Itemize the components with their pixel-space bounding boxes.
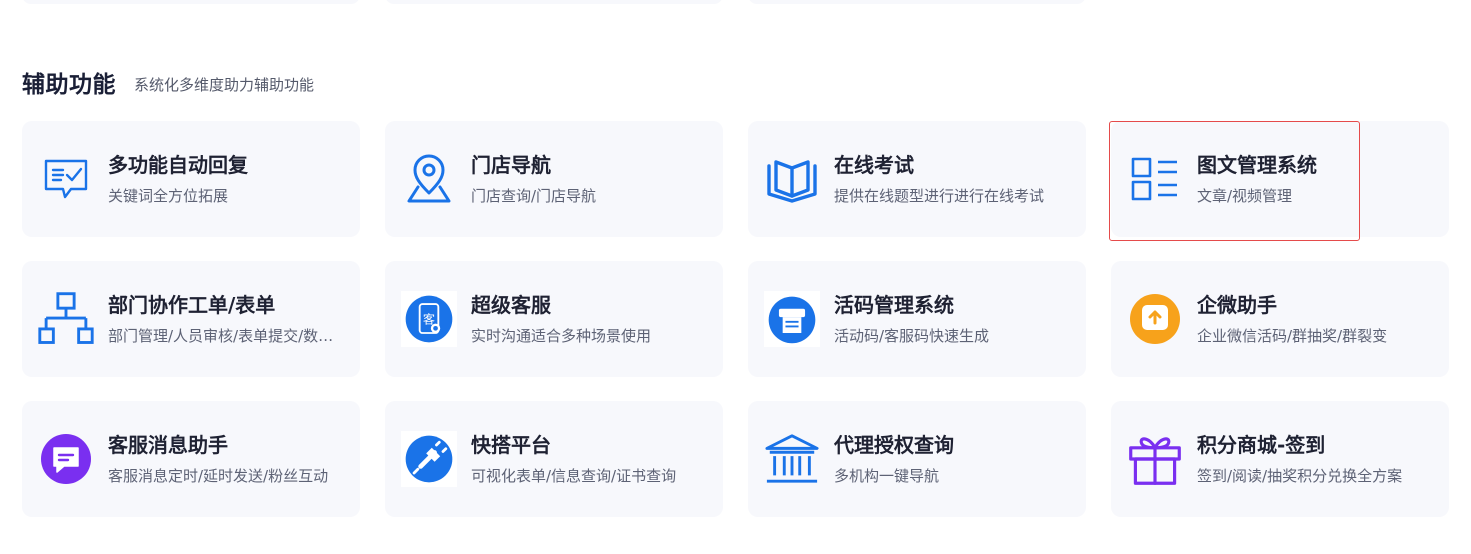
feature-card-live-code[interactable]: 活码管理系统 活动码/客服码快速生成: [748, 261, 1086, 377]
card-desc: 关键词全方位拓展: [108, 187, 229, 205]
card-desc: 客服消息定时/延时发送/粉丝互动: [108, 467, 329, 485]
feature-card-auto-reply[interactable]: 多功能自动回复 关键词全方位拓展: [22, 121, 360, 237]
card-desc: 提供在线题型进行进行在线考试: [834, 187, 1045, 205]
card-title: 代理授权查询: [834, 433, 954, 457]
customer-service-icon: 客: [401, 288, 457, 350]
org-chart-icon: [38, 288, 94, 350]
previous-card-stub: [22, 0, 360, 4]
card-desc: 企业微信活码/群抽奖/群裂变: [1197, 327, 1388, 345]
card-title: 客服消息助手: [108, 433, 228, 457]
feature-grid: 多功能自动回复 关键词全方位拓展 门店导航 门店查询/门店导航 在线考试 提供在…: [22, 121, 1449, 517]
institution-icon: [764, 428, 820, 490]
chat-check-icon: [38, 148, 94, 210]
card-desc: 活动码/客服码快速生成: [834, 327, 990, 345]
feature-card-graphic-management[interactable]: 图文管理系统 文章/视频管理: [1109, 121, 1449, 241]
card-title: 超级客服: [471, 293, 551, 317]
card-desc: 实时沟通适合多种场景使用: [471, 327, 652, 345]
feature-card-points-mall[interactable]: 积分商城-签到 签到/阅读/抽奖积分兑换全方案: [1111, 401, 1449, 517]
card-desc: 多机构一键导航: [834, 467, 940, 485]
plug-icon: [401, 428, 457, 490]
card-desc: 签到/阅读/抽奖积分兑换全方案: [1197, 467, 1403, 485]
section-header: 辅助功能 系统化多维度助力辅助功能: [22, 64, 314, 100]
previous-card-stub: [385, 0, 723, 4]
printer-icon: [764, 288, 820, 350]
list-layout-icon: [1127, 148, 1183, 210]
section-subtitle: 系统化多维度助力辅助功能: [134, 75, 315, 94]
card-desc: 门店查询/门店导航: [471, 187, 597, 205]
card-title: 多功能自动回复: [108, 153, 248, 177]
map-pin-icon: [401, 148, 457, 210]
feature-card-online-exam[interactable]: 在线考试 提供在线题型进行进行在线考试: [748, 121, 1086, 237]
feature-card-agent-authorization[interactable]: 代理授权查询 多机构一键导航: [748, 401, 1086, 517]
card-title: 图文管理系统: [1197, 153, 1317, 177]
feature-card-message-assistant[interactable]: 客服消息助手 客服消息定时/延时发送/粉丝互动: [22, 401, 360, 517]
card-desc: 可视化表单/信息查询/证书查询: [471, 467, 677, 485]
card-title: 部门协作工单/表单: [108, 293, 276, 317]
message-bubble-icon: [38, 428, 94, 490]
card-title: 积分商城-签到: [1197, 433, 1326, 457]
feature-card-quick-build[interactable]: 快搭平台 可视化表单/信息查询/证书查询: [385, 401, 723, 517]
gift-icon: [1127, 428, 1183, 490]
feature-card-store-navigation[interactable]: 门店导航 门店查询/门店导航: [385, 121, 723, 237]
feature-card-dept-collaboration[interactable]: 部门协作工单/表单 部门管理/人员审核/表单提交/数据统计: [22, 261, 360, 377]
feature-card-wecom-assistant[interactable]: 企微助手 企业微信活码/群抽奖/群裂变: [1111, 261, 1449, 377]
upload-square-icon: [1127, 288, 1183, 350]
card-desc: 文章/视频管理: [1197, 187, 1293, 205]
section-title: 辅助功能: [22, 72, 116, 98]
card-title: 在线考试: [834, 153, 914, 177]
card-desc: 部门管理/人员审核/表单提交/数据统计: [108, 327, 348, 345]
card-title: 活码管理系统: [834, 293, 954, 317]
feature-card-super-service[interactable]: 客 超级客服 实时沟通适合多种场景使用: [385, 261, 723, 377]
card-title: 门店导航: [471, 153, 551, 177]
card-title: 企微助手: [1197, 293, 1277, 317]
previous-card-stub: [748, 0, 1086, 4]
card-title: 快搭平台: [471, 433, 551, 457]
open-book-icon: [764, 148, 820, 210]
